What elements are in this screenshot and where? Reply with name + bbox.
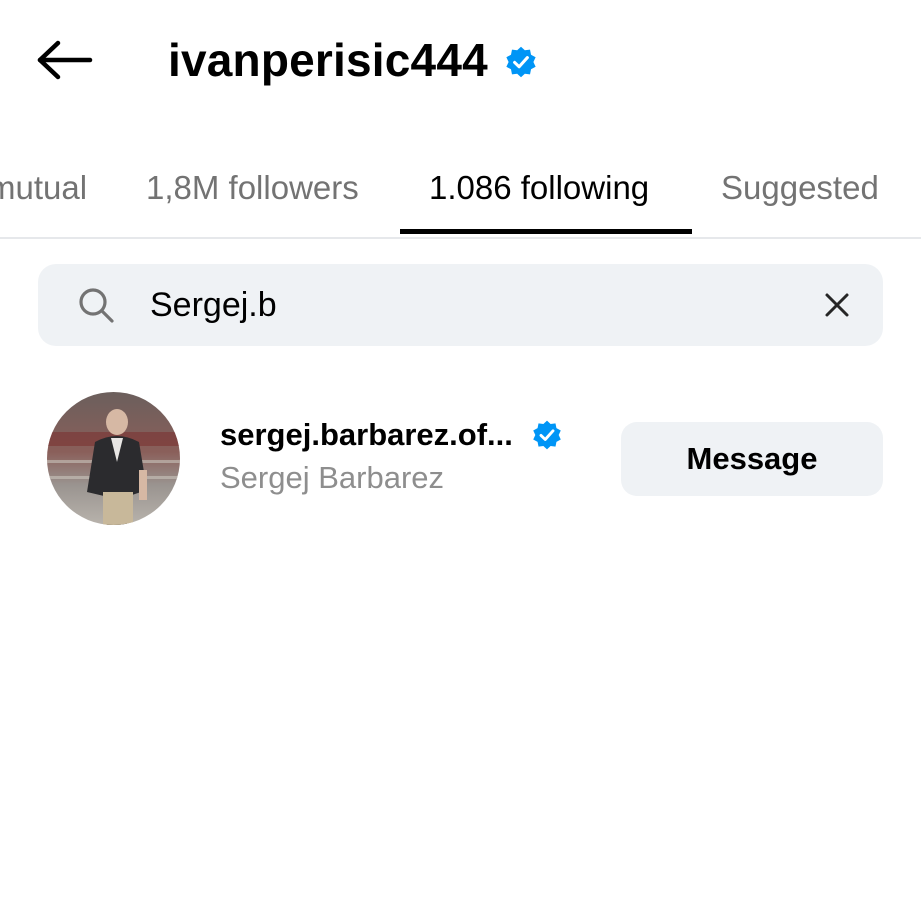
search-icon [79, 288, 114, 323]
user-info: sergej.barbarez.of... Sergej Barbarez [220, 410, 610, 496]
search-input[interactable] [150, 278, 790, 332]
profile-title: ivanperisic444 [168, 28, 538, 92]
verified-badge-icon [504, 45, 538, 79]
active-tab-indicator [400, 229, 692, 234]
arrow-left-icon [37, 40, 93, 80]
profile-username: ivanperisic444 [168, 34, 488, 86]
result-username[interactable]: sergej.barbarez.of... [220, 417, 513, 453]
verified-badge-icon [531, 419, 563, 451]
avatar[interactable] [47, 392, 180, 525]
top-bar: ivanperisic444 [0, 0, 921, 120]
message-button[interactable]: Message [621, 422, 883, 496]
list-item[interactable]: sergej.barbarez.of... Sergej Barbarez Me… [0, 380, 921, 540]
back-button[interactable] [30, 30, 100, 90]
close-icon [825, 293, 849, 317]
tab-followers[interactable]: 1,8M followers [146, 140, 359, 235]
tab-following[interactable]: 1.086 following [429, 140, 649, 235]
tab-bar: mutual 1,8M followers 1.086 following Su… [0, 140, 921, 239]
username-line: sergej.barbarez.of... [220, 410, 610, 460]
tab-mutual[interactable]: mutual [0, 140, 87, 235]
search-bar [38, 264, 883, 346]
tab-suggested[interactable]: Suggested [721, 140, 879, 235]
clear-search-button[interactable] [817, 285, 857, 325]
result-full-name: Sergej Barbarez [220, 460, 445, 495]
